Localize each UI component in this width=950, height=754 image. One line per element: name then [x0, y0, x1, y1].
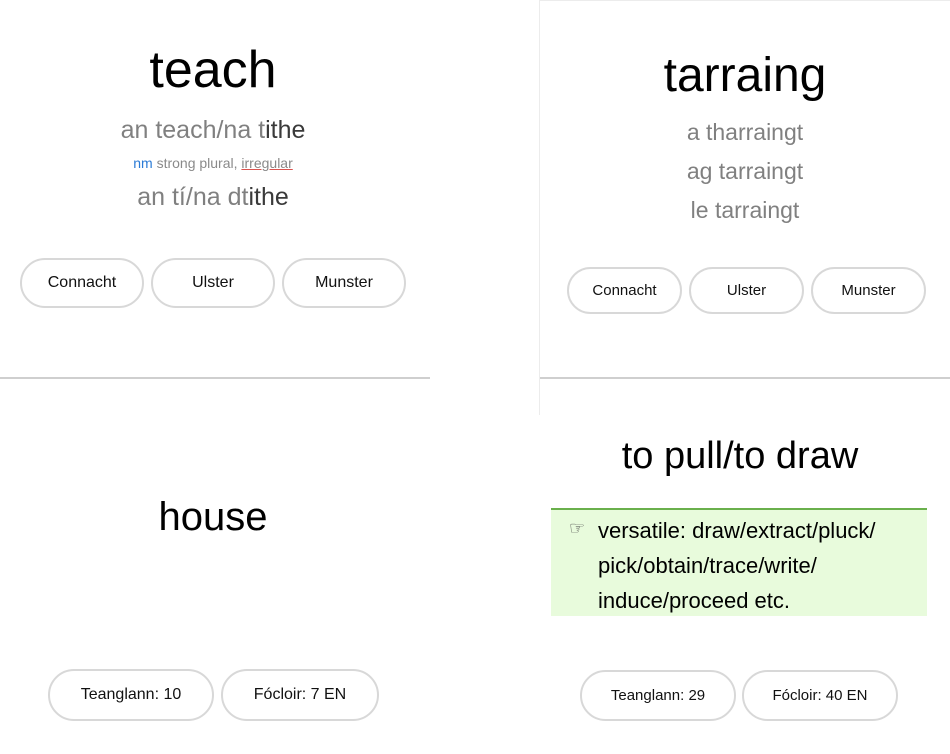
- gender-tag: nm: [133, 155, 153, 171]
- usage-note: ☞ versatile: draw/extract/pluck/ pick/ob…: [551, 508, 927, 616]
- verb-form-2: ag tarraingt: [686, 158, 804, 184]
- pointing-hand-icon: ☞: [569, 518, 586, 539]
- verb-form-1: a tharraingt: [686, 119, 804, 145]
- translation-to-pull: to pull/to draw: [621, 435, 859, 477]
- note-line-2: pick/obtain/trace/write/: [598, 553, 817, 578]
- genitive-form: an tí/na dtithe: [0, 183, 426, 212]
- genitive-prefix: an tí/na dt: [137, 183, 249, 211]
- divider-right: [540, 377, 950, 379]
- singular-prefix: an teach/na t: [120, 116, 266, 144]
- ulster-button[interactable]: Ulster: [151, 258, 275, 308]
- connacht-button[interactable]: Connacht: [20, 258, 144, 308]
- translation-house: house: [158, 495, 268, 539]
- headword-teach: teach: [149, 41, 277, 99]
- connacht-button[interactable]: Connacht: [567, 267, 682, 314]
- focloir-button[interactable]: Fócloir: 40 EN: [742, 670, 898, 721]
- note-line-1: versatile: draw/extract/pluck/: [598, 518, 876, 543]
- verb-form-3: le tarraingt: [690, 197, 800, 223]
- singular-suffix: ithe: [265, 116, 306, 144]
- note-line-3: induce/proceed etc.: [598, 588, 791, 613]
- divider-left: [0, 377, 430, 379]
- irregular-link[interactable]: irregular: [241, 155, 292, 171]
- genitive-suffix: ithe: [248, 183, 289, 211]
- grammar-info: strong plural,: [156, 155, 238, 171]
- teanglann-button[interactable]: Teanglann: 10: [48, 669, 214, 721]
- munster-button[interactable]: Munster: [282, 258, 406, 308]
- focloir-button[interactable]: Fócloir: 7 EN: [221, 669, 379, 721]
- teanglann-button[interactable]: Teanglann: 29: [580, 670, 736, 721]
- singular-form: an teach/na tithe: [0, 116, 426, 145]
- headword-tarraing: tarraing: [663, 49, 827, 102]
- munster-button[interactable]: Munster: [811, 267, 926, 314]
- grammar-line: nm strong plural, irregular: [0, 155, 426, 171]
- ulster-button[interactable]: Ulster: [689, 267, 804, 314]
